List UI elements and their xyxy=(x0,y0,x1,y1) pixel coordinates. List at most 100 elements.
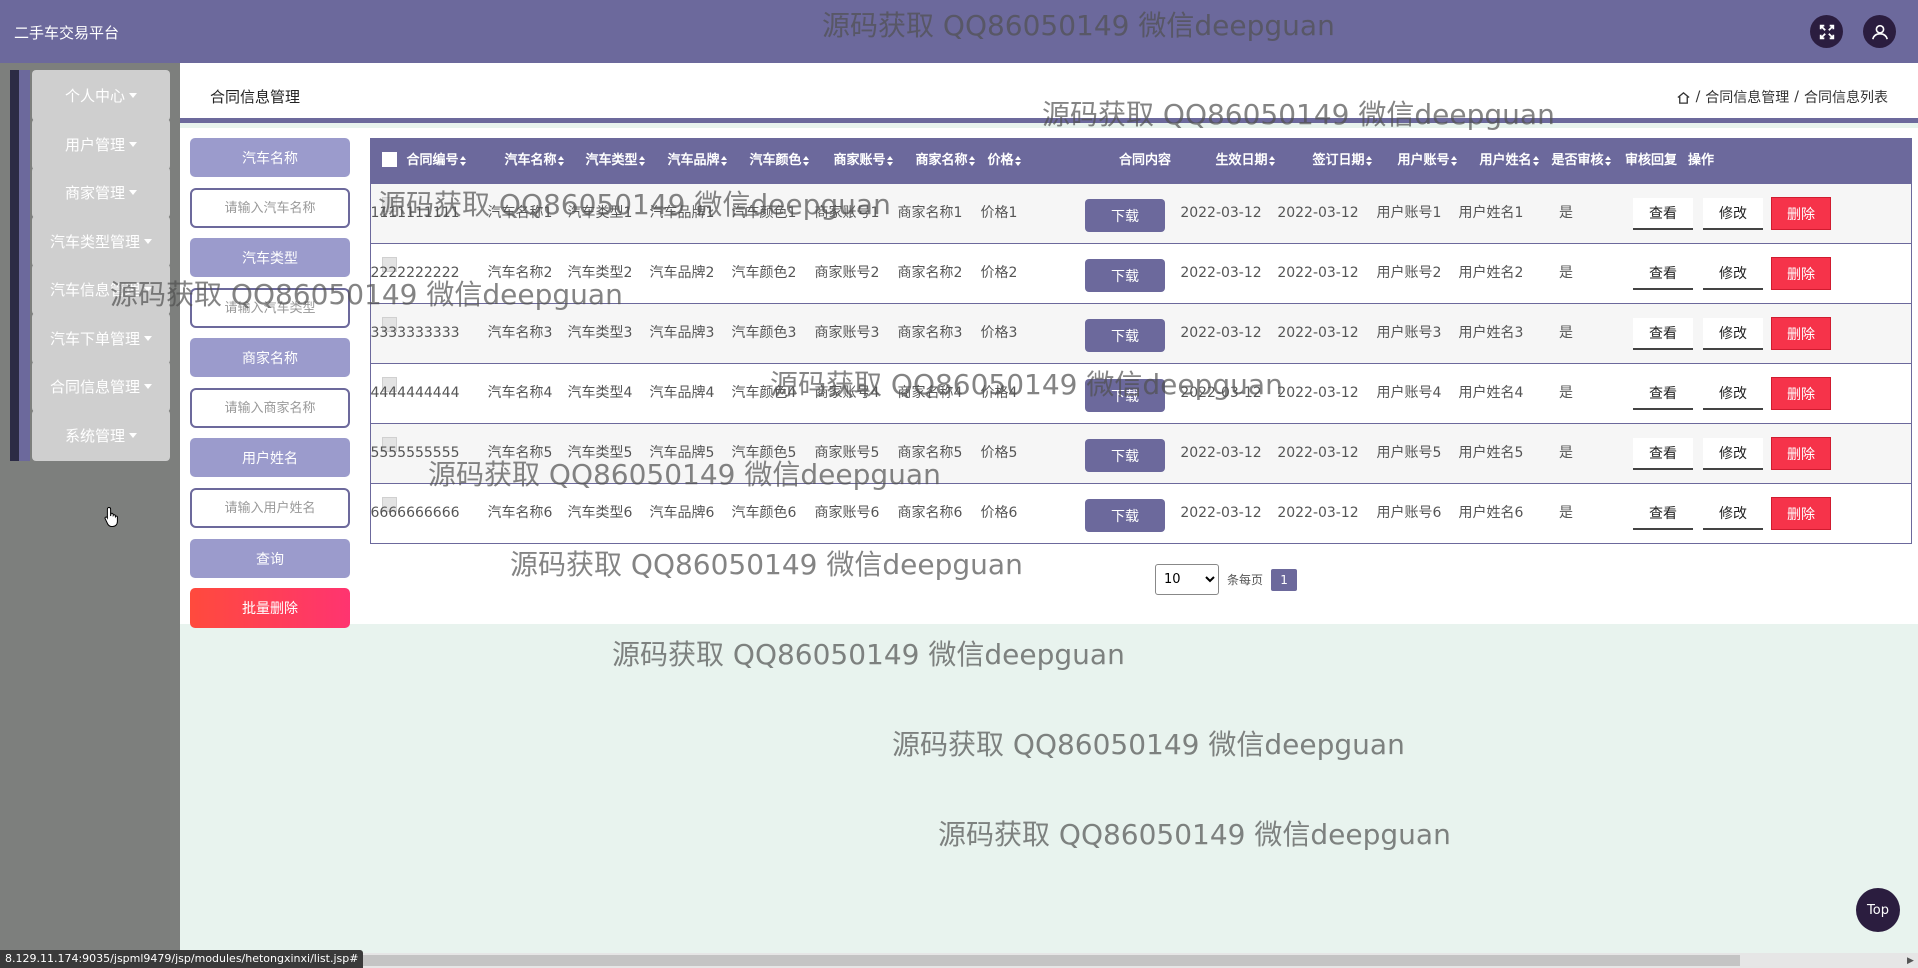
batch-delete-button[interactable]: 批量删除 xyxy=(190,588,350,628)
download-button[interactable]: 下载 xyxy=(1085,259,1165,292)
sidebar-item-system-management[interactable]: 系统管理 xyxy=(10,409,170,461)
download-button[interactable]: 下载 xyxy=(1085,199,1165,232)
cell-brand: 汽车品牌6 xyxy=(649,505,715,521)
caret-down-icon xyxy=(129,93,137,98)
edit-button[interactable]: 修改 xyxy=(1703,438,1763,470)
view-button[interactable]: 查看 xyxy=(1633,498,1693,530)
sort-icon[interactable] xyxy=(802,155,809,166)
sort-icon[interactable] xyxy=(1450,155,1457,166)
cell-car-name: 汽车名称3 xyxy=(487,325,553,341)
cell-merchant-name: 商家名称1 xyxy=(897,205,963,221)
edit-button[interactable]: 修改 xyxy=(1703,198,1763,230)
menu-accent-bar xyxy=(10,167,19,218)
column-header-car-name[interactable]: 汽车名称 xyxy=(489,139,579,183)
sidebar-item-button[interactable]: 个人中心 xyxy=(32,70,170,121)
scroll-right-icon[interactable]: ▶ xyxy=(1903,953,1918,968)
edit-button[interactable]: 修改 xyxy=(1703,498,1763,530)
edit-button[interactable]: 修改 xyxy=(1703,318,1763,350)
column-header-label: 汽车颜色 xyxy=(749,153,802,168)
caret-down-icon xyxy=(144,384,152,389)
download-button[interactable]: 下载 xyxy=(1085,439,1165,472)
cell-merchant-account: 商家账号1 xyxy=(814,205,880,221)
sort-icon[interactable] xyxy=(1268,155,1275,166)
column-header-sign-date[interactable]: 签订日期 xyxy=(1292,139,1392,183)
cell-car-name: 汽车名称1 xyxy=(487,205,553,221)
column-header-contract-no[interactable]: 合同编号 xyxy=(385,139,487,183)
sidebar-item-button[interactable]: 汽车类型管理 xyxy=(32,215,170,267)
delete-button[interactable]: 删除 xyxy=(1771,497,1831,530)
sidebar-item-user-management[interactable]: 用户管理 xyxy=(10,118,170,170)
sidebar-item-button[interactable]: 用户管理 xyxy=(32,118,170,170)
sidebar-item-merchant-management[interactable]: 商家管理 xyxy=(10,167,170,218)
page-size-select[interactable]: 10 xyxy=(1155,564,1219,595)
column-header-user-account[interactable]: 用户账号 xyxy=(1382,139,1472,183)
delete-button[interactable]: 删除 xyxy=(1771,377,1831,410)
menu-accent-bar xyxy=(19,70,30,121)
sort-icon[interactable] xyxy=(720,155,727,166)
delete-button[interactable]: 删除 xyxy=(1771,437,1831,470)
download-button[interactable]: 下载 xyxy=(1085,379,1165,412)
page-number-current[interactable]: 1 xyxy=(1271,568,1298,591)
sort-icon[interactable] xyxy=(557,155,564,166)
breadcrumb-item-contract-management[interactable]: 合同信息管理 xyxy=(1705,87,1789,107)
sidebar-item-button[interactable]: 汽车信息管理 xyxy=(32,264,170,315)
user-name-input[interactable] xyxy=(190,488,350,528)
download-button[interactable]: 下载 xyxy=(1085,499,1165,532)
sidebar-item-profile[interactable]: 个人中心 xyxy=(10,70,170,121)
table-row: 3333333333 汽车名称3 汽车类型3 汽车品牌3 汽车颜色3 商家账号3 商家名称3… xyxy=(370,303,1911,363)
delete-button[interactable]: 删除 xyxy=(1771,317,1831,350)
sidebar-item-button[interactable]: 商家管理 xyxy=(32,167,170,218)
car-type-input[interactable] xyxy=(190,288,350,328)
sort-icon[interactable] xyxy=(1365,155,1372,166)
edit-button[interactable]: 修改 xyxy=(1703,258,1763,290)
sidebar-item-button[interactable]: 系统管理 xyxy=(32,409,170,461)
sidebar-item-car-info-management[interactable]: 汽车信息管理 xyxy=(10,264,170,315)
delete-button[interactable]: 删除 xyxy=(1771,197,1831,230)
cell-car-name: 汽车名称2 xyxy=(487,265,553,281)
column-header-effective-date[interactable]: 生效日期 xyxy=(1195,139,1295,183)
cell-user-name: 用户姓名3 xyxy=(1458,325,1524,341)
merchant-name-input[interactable] xyxy=(190,388,350,428)
home-icon[interactable] xyxy=(1676,90,1691,105)
sort-icon[interactable] xyxy=(459,155,466,166)
column-header-merchant-account[interactable]: 商家账号 xyxy=(818,139,908,183)
sidebar-item-label: 汽车信息管理 xyxy=(49,281,140,299)
column-header-car-color[interactable]: 汽车颜色 xyxy=(734,139,824,183)
watermark-text: 源码获取 QQ86050149 微信deepguan xyxy=(612,638,1125,671)
sidebar-item-button[interactable]: 汽车下单管理 xyxy=(32,312,170,364)
table-row: 5555555555 汽车名称5 汽车类型5 汽车品牌5 汽车颜色5 商家账号5 商家名称5… xyxy=(370,423,1911,483)
view-button[interactable]: 查看 xyxy=(1633,198,1693,230)
column-header-car-type[interactable]: 汽车类型 xyxy=(570,139,660,183)
user-icon[interactable] xyxy=(1863,15,1896,48)
cell-price: 价格5 xyxy=(980,445,1018,461)
cell-brand: 汽车品牌1 xyxy=(649,205,715,221)
query-button[interactable]: 查询 xyxy=(190,539,350,578)
sidebar-item-button[interactable]: 合同信息管理 xyxy=(32,361,170,412)
cell-car-type: 汽车类型3 xyxy=(567,325,633,341)
cell-merchant-account: 商家账号6 xyxy=(814,505,880,521)
sidebar-item-car-type-management[interactable]: 汽车类型管理 xyxy=(10,215,170,267)
table-row: 4444444444 汽车名称4 汽车类型4 汽车品牌4 汽车颜色4 商家账号4 商家名称4… xyxy=(370,363,1911,423)
sidebar-item-car-order-management[interactable]: 汽车下单管理 xyxy=(10,312,170,364)
sidebar-item-contract-management[interactable]: 合同信息管理 xyxy=(10,361,170,412)
view-button[interactable]: 查看 xyxy=(1633,438,1693,470)
sort-icon[interactable] xyxy=(886,155,893,166)
car-name-input[interactable] xyxy=(190,188,350,228)
cell-price: 价格2 xyxy=(980,265,1018,281)
view-button[interactable]: 查看 xyxy=(1633,378,1693,410)
sidebar-item-label: 用户管理 xyxy=(64,135,125,154)
download-button[interactable]: 下载 xyxy=(1085,319,1165,352)
column-header-price[interactable]: 价格 xyxy=(969,139,1039,183)
column-header-car-brand[interactable]: 汽车品牌 xyxy=(652,139,742,183)
edit-button[interactable]: 修改 xyxy=(1703,378,1763,410)
view-button[interactable]: 查看 xyxy=(1633,318,1693,350)
delete-button[interactable]: 删除 xyxy=(1771,257,1831,290)
view-button[interactable]: 查看 xyxy=(1633,258,1693,290)
sort-icon[interactable] xyxy=(638,155,645,166)
cell-color: 汽车颜色2 xyxy=(731,265,797,281)
cell-car-name: 汽车名称5 xyxy=(487,445,553,461)
back-to-top-button[interactable]: Top xyxy=(1856,888,1900,932)
fullscreen-icon[interactable] xyxy=(1810,15,1843,48)
sort-icon[interactable] xyxy=(1014,155,1021,166)
cell-car-name: 汽车名称6 xyxy=(487,505,553,521)
